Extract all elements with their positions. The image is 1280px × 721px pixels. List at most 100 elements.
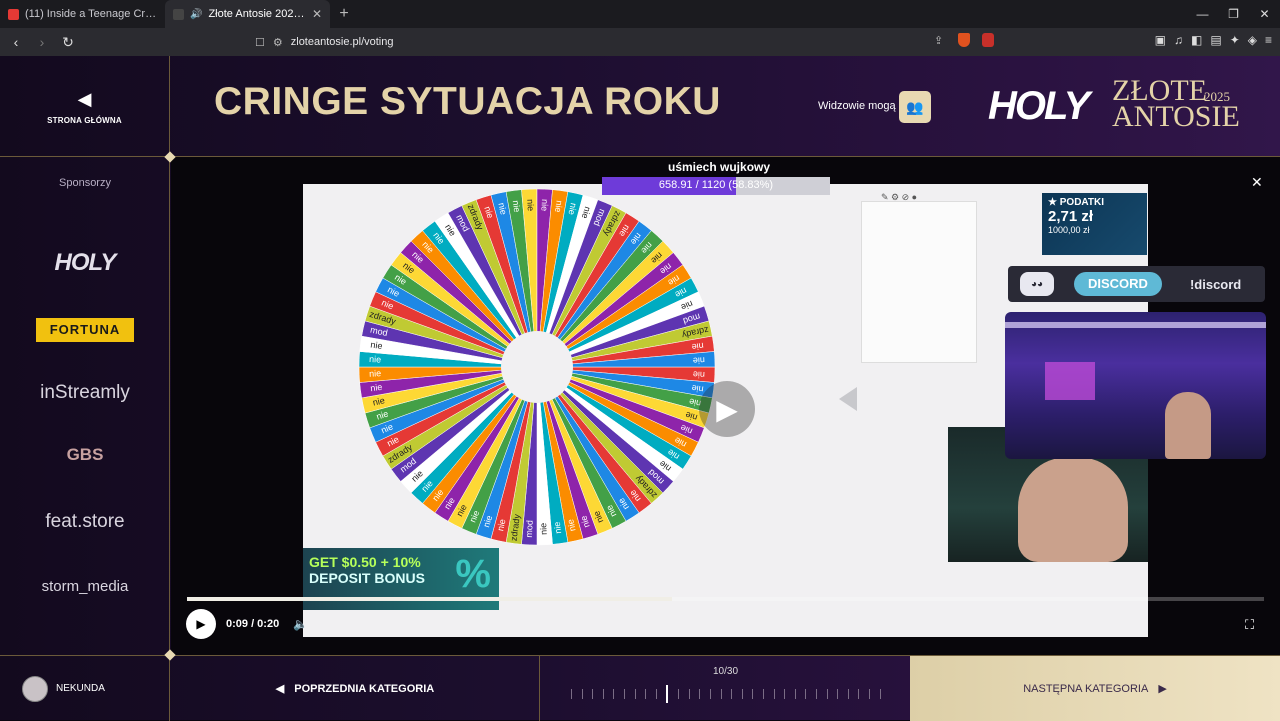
wallet-icon[interactable]: ▤	[1210, 33, 1221, 47]
play-button[interactable]: ▶	[186, 609, 216, 639]
page-tick[interactable]	[794, 689, 796, 699]
page-indicator: 10/30	[712, 666, 739, 677]
donation-title: ★ PODATKI	[1048, 197, 1105, 208]
play-icon: ▶	[196, 617, 206, 631]
page-tick[interactable]	[592, 689, 594, 699]
sponsor-fortuna[interactable]: FORTUNA	[36, 318, 134, 342]
discord-icon: ◕◕	[1020, 272, 1054, 296]
site-info-icon[interactable]: ⚙	[273, 36, 283, 49]
back-icon[interactable]: ‹	[6, 34, 26, 50]
page-tick[interactable]	[731, 689, 733, 699]
volume-icon[interactable]: 🔈	[293, 617, 308, 631]
page-tick[interactable]	[784, 689, 786, 699]
tab-title: (11) Inside a Teenage Crypto Crime E	[25, 8, 157, 20]
page-tick[interactable]	[709, 689, 711, 699]
sidebar-icon[interactable]: ◧	[1191, 33, 1202, 47]
menu-icon[interactable]: ≡	[1265, 33, 1272, 47]
page-tick[interactable]	[837, 689, 839, 699]
sponsor-holy[interactable]: HOLY	[0, 249, 170, 277]
wheel-segment-label: nie	[539, 199, 550, 211]
fullscreen-icon[interactable]: ⛶	[1245, 617, 1254, 633]
brave-shield-icon[interactable]	[958, 33, 970, 47]
share-icon[interactable]: ⇪	[934, 34, 943, 47]
page-tick[interactable]	[741, 689, 743, 699]
tab-youtube[interactable]: (11) Inside a Teenage Crypto Crime E	[0, 0, 165, 28]
sponsor-gbs[interactable]: GBS	[0, 445, 170, 465]
wheel-segment-label: nie	[369, 354, 381, 365]
new-tab-button[interactable]: +	[330, 5, 358, 23]
page-tick[interactable]	[571, 689, 572, 699]
viewers-button[interactable]: 👥	[899, 91, 931, 123]
browser-navbar: ‹ › ↻ ☐ ⚙ zloteantosie.pl/voting ⇪ ▣ ♫ ◧…	[0, 28, 1280, 56]
restore-icon[interactable]: ❐	[1218, 0, 1249, 28]
big-play-icon[interactable]: ▶	[699, 381, 755, 437]
page-ticks[interactable]	[571, 685, 881, 703]
page-tick[interactable]	[645, 689, 647, 699]
page-tick[interactable]	[879, 689, 881, 699]
reload-icon[interactable]: ↻	[58, 34, 78, 51]
wheel-segment-label: mod	[524, 520, 535, 538]
close-video-icon[interactable]: ✕	[1251, 174, 1263, 191]
video-player[interactable]: nie nie nie nie nie nie nie nie mod zdrady nie nie n…	[171, 157, 1280, 655]
speaker-icon: 🔊	[190, 8, 203, 20]
rewards-icon[interactable]	[982, 33, 994, 47]
vpn-icon[interactable]: ◈	[1248, 33, 1257, 47]
vote-progress-text: 658.91 / 1120 (58.83%)	[658, 179, 774, 191]
page-tick[interactable]	[613, 689, 615, 699]
next-category-label: NASTĘPNA KATEGORIA	[1023, 682, 1149, 695]
entries-panel	[861, 201, 977, 363]
close-window-icon[interactable]: ✕	[1249, 0, 1280, 28]
window-controls: — ❐ ✕	[1187, 0, 1280, 28]
browser-tabbar: (11) Inside a Teenage Crypto Crime E 🔊 Z…	[0, 0, 1280, 28]
page-tick[interactable]	[752, 689, 754, 699]
forward-icon[interactable]: ›	[32, 34, 52, 50]
site-icon	[173, 8, 184, 20]
close-tab-icon[interactable]: ✕	[312, 7, 322, 21]
home-button[interactable]: ◀ STRONA GŁÓWNA	[0, 56, 170, 157]
wheel-segment-label: nie	[552, 521, 563, 534]
tab-zloteantosie[interactable]: 🔊 Złote Antosie 2025 - Najwięk ✕	[165, 0, 330, 28]
seek-bar[interactable]	[187, 597, 1264, 601]
page-tick[interactable]	[581, 689, 583, 699]
page: ◀ STRONA GŁÓWNA CRINGE SYTUACJA ROKU Wid…	[0, 56, 1280, 721]
minimize-icon[interactable]: —	[1187, 0, 1218, 28]
page-tick[interactable]	[688, 689, 690, 699]
sponsor-stormmedia[interactable]: storm_media	[0, 578, 170, 595]
user-profile[interactable]: NEKUNDA	[0, 656, 170, 721]
page-tick[interactable]	[602, 689, 604, 699]
page-tick[interactable]	[847, 689, 849, 699]
music-icon[interactable]: ♫	[1174, 33, 1183, 47]
sponsor-instreamly[interactable]: inStreamly	[0, 382, 170, 404]
screenshot-icon[interactable]: ▣	[1155, 33, 1166, 47]
avatar	[22, 675, 48, 702]
page-tick[interactable]	[655, 689, 657, 699]
previous-category-button[interactable]: ◀ POPRZEDNIA KATEGORIA	[171, 656, 540, 721]
page-tick[interactable]	[720, 689, 722, 699]
address-bar[interactable]: ☐ ⚙ zloteantosie.pl/voting	[255, 32, 1000, 52]
ai-icon[interactable]: ✦	[1230, 33, 1240, 47]
page-tick[interactable]	[762, 689, 764, 699]
webcam-room	[1005, 312, 1266, 459]
page-tick[interactable]	[699, 689, 701, 699]
page-tick[interactable]	[773, 689, 775, 699]
next-category-button[interactable]: NASTĘPNA KATEGORIA ▶	[910, 656, 1280, 721]
page-tick[interactable]	[869, 689, 871, 699]
page-tick[interactable]	[826, 689, 828, 699]
sponsor-featstore[interactable]: feat.store	[0, 511, 170, 533]
url-text: zloteantosie.pl/voting	[290, 36, 394, 48]
page-tick[interactable]	[816, 689, 818, 699]
viewers-label: Widzowie mogą	[818, 100, 896, 112]
page-tick[interactable]	[858, 689, 860, 699]
page-tick[interactable]	[805, 689, 807, 699]
bookmark-icon[interactable]: ☐	[255, 36, 265, 49]
discord-badge: DISCORD	[1074, 272, 1162, 296]
wheel-segment-label: nie	[370, 339, 383, 350]
donation-goal: ★ PODATKI 2,71 zł 1000,00 zł	[1042, 193, 1147, 255]
page-tick[interactable]	[634, 689, 636, 699]
page-tick[interactable]	[624, 689, 626, 699]
donation-amount: 2,71 zł	[1048, 208, 1094, 225]
vote-label: uśmiech wujkowy	[668, 160, 771, 174]
page-tick[interactable]	[666, 685, 669, 703]
video-controls: ▶ 0:09 / 0:20 🔈	[186, 609, 308, 639]
page-tick[interactable]	[678, 689, 680, 699]
